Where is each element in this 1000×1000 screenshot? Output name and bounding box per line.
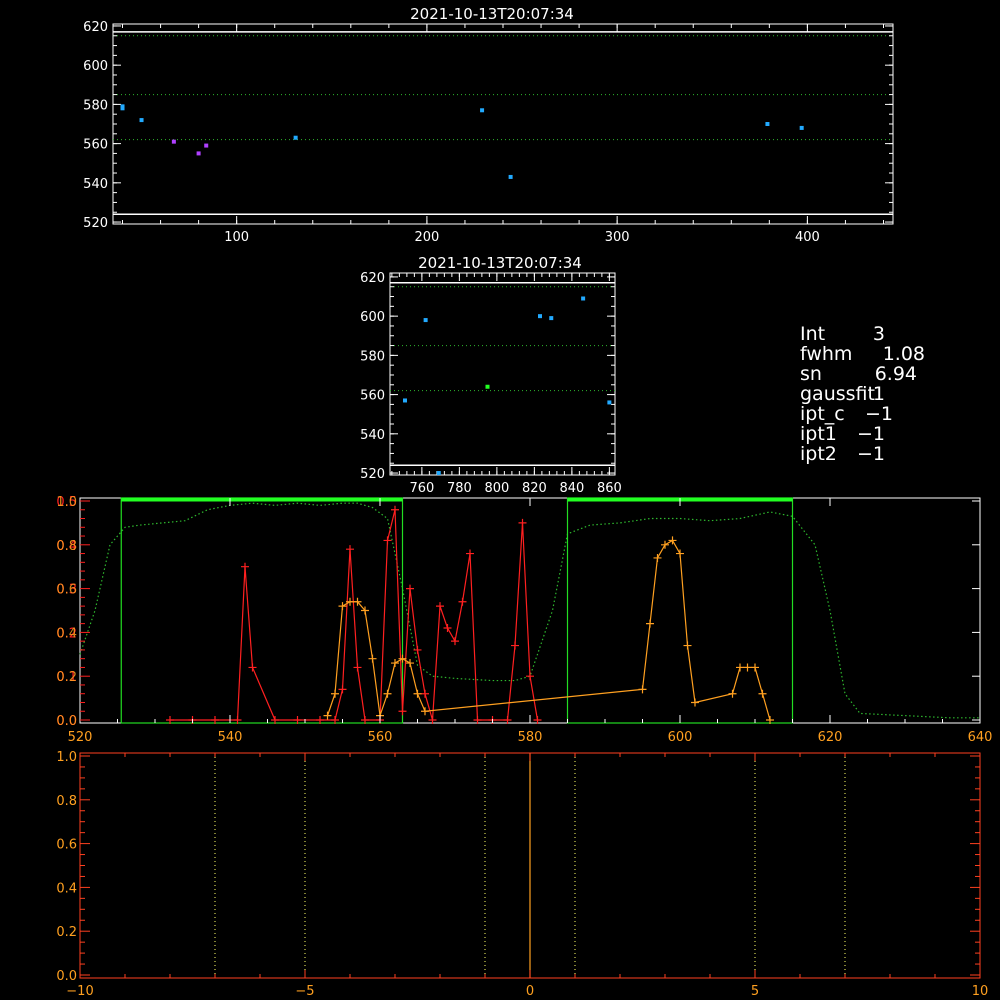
info-label-int: Int	[800, 323, 825, 345]
data-point-3	[171, 139, 176, 144]
data-point-1	[423, 318, 428, 323]
data-point-3	[485, 384, 490, 389]
data-point-8	[508, 174, 513, 179]
bottom-x-tick-label-0: −10	[66, 984, 93, 999]
data-point-5	[204, 143, 209, 148]
info-label-ipt2: ipt2	[800, 443, 837, 465]
info-label-gaussfit: gaussfit	[800, 383, 875, 405]
data-point-6	[293, 135, 298, 140]
info-value-fwhm: 1.08	[883, 343, 925, 365]
x-tick-label-2: 300	[605, 230, 630, 245]
white-axis-label-3: 0.6	[56, 583, 77, 598]
y-tick-label-3: 580	[360, 349, 385, 364]
white-axis-label-1: 0.2	[56, 670, 77, 685]
bottom-y-tick-label-0: 0.0	[56, 969, 77, 984]
data-point-7	[480, 108, 485, 113]
bottom-x-tick-label-3: 5	[751, 984, 759, 999]
bottom-x-tick-label-4: 10	[972, 984, 989, 999]
x-tick-label-4: 840	[559, 481, 584, 496]
middle-chart-title: 2021-10-13T20:07:34	[418, 254, 582, 272]
x-tick-label-1: 200	[414, 230, 439, 245]
y-tick-label-1: 540	[360, 428, 385, 443]
info-value-ipt2: −1	[857, 443, 885, 465]
spectrum-x-tick-label-1: 540	[218, 730, 243, 745]
data-point-2	[436, 471, 441, 476]
x-tick-label-3: 400	[795, 230, 820, 245]
spectrum-x-tick-label-2: 560	[368, 730, 393, 745]
data-point-9	[765, 122, 770, 126]
spectrum-x-tick-label-3: 580	[518, 730, 543, 745]
info-value-ipt1: −1	[857, 423, 885, 445]
white-axis-label-0: 0.0	[56, 714, 77, 729]
y-tick-label-1: 540	[83, 177, 108, 192]
info-value-ipt-c: −1	[865, 403, 893, 425]
bottom-y-tick-label-3: 0.6	[56, 838, 77, 853]
y-tick-label-2: 560	[360, 389, 385, 404]
info-label-fwhm: fwhm	[800, 343, 852, 365]
bottom-y-tick-label-5: 1.0	[56, 750, 77, 765]
bottom-y-tick-label-2: 0.4	[56, 881, 77, 896]
info-value-gaussfit: 1	[873, 383, 885, 405]
bottom-x-tick-label-1: −5	[295, 984, 314, 999]
y-tick-label-5: 620	[360, 271, 385, 286]
figure: 2021-10-13T20:07:34 100 200 300 40052054056…	[0, 0, 1000, 1000]
data-point-10	[799, 125, 804, 130]
x-tick-label-0: 760	[409, 481, 434, 496]
y-tick-label-0: 520	[83, 216, 108, 231]
bottom-x-tick-label-2: 0	[526, 984, 534, 999]
spectrum-x-tick-label-0: 520	[68, 730, 93, 745]
x-tick-label-5: 860	[597, 481, 622, 496]
data-point-5	[549, 316, 554, 321]
data-point-7	[607, 400, 612, 405]
data-point-1	[120, 106, 125, 111]
white-axis-label-4: 0.8	[56, 539, 77, 554]
x-tick-label-0: 100	[224, 230, 249, 245]
bottom-y-tick-label-4: 0.8	[56, 794, 77, 809]
info-label-sn: sn	[800, 363, 822, 385]
data-point-4	[196, 151, 201, 156]
data-point-6	[581, 296, 586, 301]
spectrum-x-tick-label-5: 620	[818, 730, 843, 745]
data-point-4	[538, 314, 542, 319]
info-label-ipt1: ipt1	[800, 423, 837, 445]
y-tick-label-3: 580	[83, 98, 108, 113]
x-tick-label-3: 820	[522, 481, 547, 496]
data-point-2	[139, 118, 144, 123]
data-point-0	[403, 398, 407, 403]
white-axis-label-2: 0.4	[56, 626, 77, 641]
info-value-sn: 6.94	[875, 363, 917, 385]
info-label-ipt-c: ipt_c	[800, 403, 845, 425]
y-tick-label-5: 620	[83, 20, 108, 35]
y-tick-label-4: 600	[83, 59, 108, 74]
spectrum-x-tick-label-6: 640	[968, 730, 993, 745]
bottom-y-tick-label-1: 0.2	[56, 925, 77, 940]
white-axis-label-5: 1.0	[56, 495, 77, 510]
info-value-int: 3	[873, 323, 885, 345]
y-tick-label-2: 560	[83, 138, 108, 153]
x-tick-label-1: 780	[447, 481, 472, 496]
y-tick-label-4: 600	[360, 310, 385, 325]
spectrum-x-tick-label-4: 600	[668, 730, 693, 745]
top-chart-title: 2021-10-13T20:07:34	[410, 5, 574, 23]
x-tick-label-2: 800	[484, 481, 509, 496]
y-tick-label-0: 520	[360, 467, 385, 482]
